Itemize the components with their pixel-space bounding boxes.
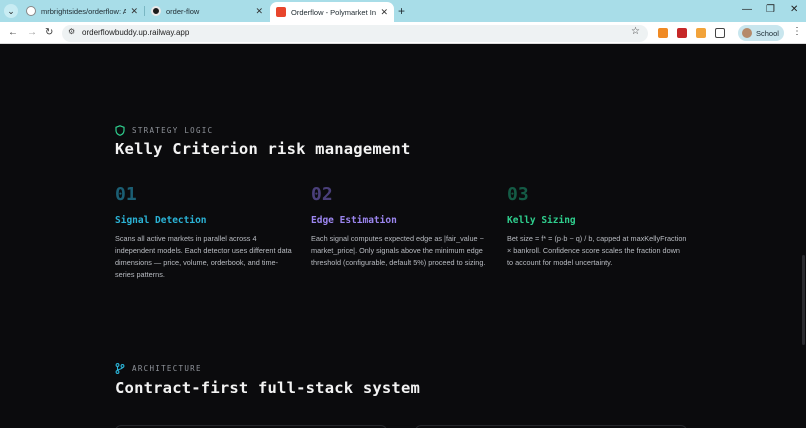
orderflow-favicon-icon <box>276 7 286 17</box>
close-window-icon[interactable]: ✕ <box>790 3 798 17</box>
step-title: Signal Detection <box>115 215 207 226</box>
strategy-eyebrow: STRATEGY LOGIC <box>115 125 213 136</box>
site-favicon-icon <box>151 6 161 16</box>
extensions-puzzle-icon[interactable] <box>715 28 725 38</box>
back-icon[interactable]: ← <box>8 26 18 40</box>
extension-orange-icon[interactable] <box>696 28 706 38</box>
close-tab-icon[interactable]: ✕ <box>255 6 263 17</box>
minimize-icon[interactable]: — <box>742 3 752 17</box>
step-description: Each signal computes expected edge as |f… <box>311 234 486 267</box>
address-bar[interactable]: ⚙ orderflowbuddy.up.railway.app ☆ <box>62 25 648 42</box>
step-description: Scans all active markets in parallel acr… <box>115 234 292 279</box>
browser-toolbar: ← → ↻ ⚙ orderflowbuddy.up.railway.app ☆ <box>0 22 806 44</box>
tab-order-flow[interactable]: order-flow ✕ <box>145 0 269 22</box>
profile-button[interactable]: School <box>738 25 784 41</box>
github-icon <box>26 6 36 16</box>
restore-icon[interactable]: ❐ <box>766 3 775 17</box>
avatar <box>742 28 752 38</box>
shield-icon <box>115 125 125 136</box>
eyebrow-label: STRATEGY LOGIC <box>132 126 214 135</box>
step-number: 03 <box>507 184 529 205</box>
browser-menu-icon[interactable]: ⋮ <box>792 26 802 37</box>
url-text[interactable]: orderflowbuddy.up.railway.app <box>82 28 189 37</box>
step-title: Edge Estimation <box>311 215 397 226</box>
tab-strip: ⌄ mrbrightsides/orderflow: A live ✕ orde… <box>0 0 806 22</box>
strategy-heading: Kelly Criterion risk management <box>115 140 411 158</box>
new-tab-icon[interactable]: + <box>398 3 405 19</box>
site-info-icon[interactable]: ⚙ <box>68 27 75 36</box>
bookmark-star-icon[interactable]: ☆ <box>631 26 640 37</box>
profile-label: School <box>756 28 779 38</box>
step-description: Bet size = f* = (p·b − q) / b, capped at… <box>507 234 687 267</box>
architecture-heading: Contract-first full-stack system <box>115 379 421 397</box>
close-tab-icon[interactable]: ✕ <box>130 6 138 17</box>
step-edge-estimation: 02 Edge Estimation Each signal computes … <box>311 185 491 269</box>
eyebrow-label: ARCHITECTURE <box>132 364 202 373</box>
git-branch-icon <box>115 363 125 374</box>
tab-github-orderflow[interactable]: mrbrightsides/orderflow: A live ✕ <box>20 0 144 22</box>
close-tab-icon[interactable]: ✕ <box>380 7 388 18</box>
metamask-extension-icon[interactable] <box>658 28 668 38</box>
scrollbar-thumb[interactable] <box>802 255 805 345</box>
page-viewport: STRATEGY LOGIC Kelly Criterion risk mana… <box>0 45 806 428</box>
reload-icon[interactable]: ↻ <box>45 26 53 40</box>
step-title: Kelly Sizing <box>507 215 576 226</box>
tab-orderflow-polymarket[interactable]: Orderflow - Polymarket Intellig ✕ <box>270 2 394 22</box>
step-kelly-sizing: 03 Kelly Sizing Bet size = f* = (p·b − q… <box>507 185 687 269</box>
architecture-eyebrow: ARCHITECTURE <box>115 363 202 374</box>
step-number: 02 <box>311 184 333 205</box>
forward-icon[interactable]: → <box>27 26 37 40</box>
tab-title: order-flow <box>166 6 200 16</box>
tab-title: Orderflow - Polymarket Intellig <box>291 7 377 17</box>
tab-title: mrbrightsides/orderflow: A live <box>41 6 127 16</box>
step-signal-detection: 01 Signal Detection Scans all active mar… <box>115 185 295 281</box>
tab-search-chevron-icon[interactable]: ⌄ <box>4 4 18 18</box>
step-number: 01 <box>115 184 137 205</box>
extension-red-icon[interactable] <box>677 28 687 38</box>
